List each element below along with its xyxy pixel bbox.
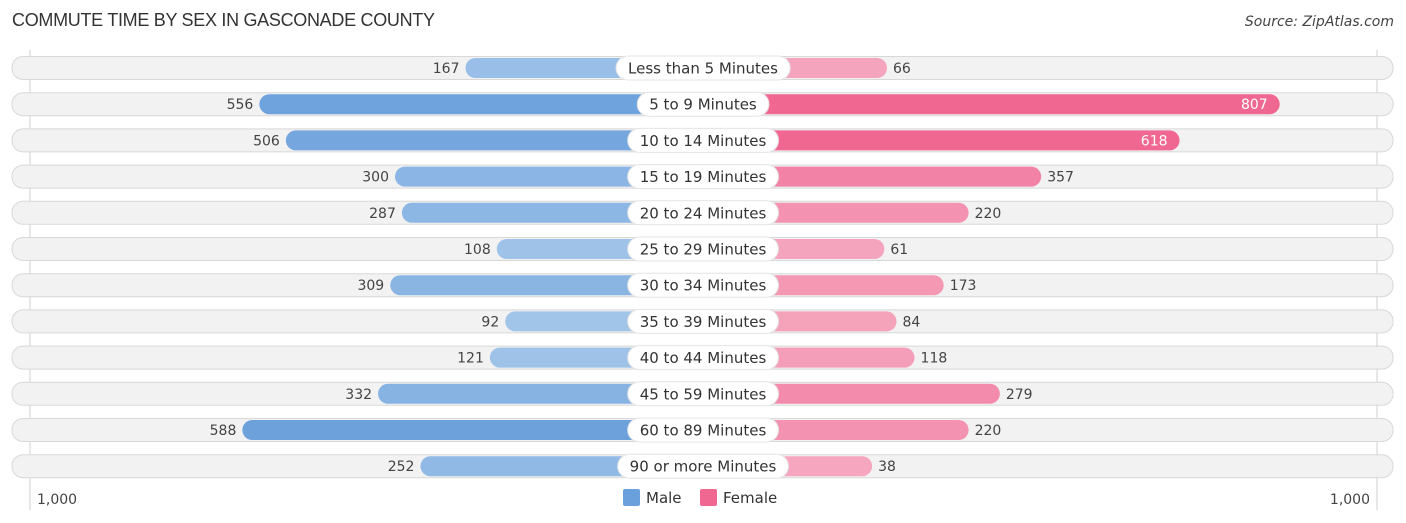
axis-label-right: 1,000 <box>1330 492 1370 508</box>
value-label-female: 807 <box>1241 97 1268 113</box>
value-label-female: 61 <box>890 242 908 258</box>
value-label-male: 588 <box>210 423 237 439</box>
bar-female[interactable] <box>703 94 1280 115</box>
category-label: 45 to 59 Minutes <box>640 385 767 403</box>
value-label-male: 309 <box>357 278 384 294</box>
category-label: 15 to 19 Minutes <box>640 168 767 186</box>
value-label-male: 121 <box>457 351 484 367</box>
chart-row: 300 357 15 to 19 Minutes <box>11 164 1394 190</box>
value-label-female: 38 <box>878 459 896 475</box>
category-label: 35 to 39 Minutes <box>640 313 767 331</box>
chart-row: 252 38 90 or more Minutes <box>11 453 1394 479</box>
value-label-male: 332 <box>345 387 372 403</box>
value-label-male: 167 <box>433 61 460 77</box>
category-label: 10 to 14 Minutes <box>640 132 767 150</box>
legend-item-female[interactable]: Female <box>700 489 777 507</box>
category-label: 5 to 9 Minutes <box>649 96 757 114</box>
chart-row: 121 118 40 to 44 Minutes <box>11 345 1394 371</box>
chart-row: 332 279 45 to 59 Minutes <box>11 381 1394 407</box>
chart-row: 287 220 20 to 24 Minutes <box>11 200 1394 226</box>
category-label: 60 to 89 Minutes <box>640 422 767 440</box>
value-label-male: 556 <box>227 97 254 113</box>
bar-male[interactable] <box>259 94 703 115</box>
chart-row: 108 61 25 to 29 Minutes <box>11 236 1394 262</box>
value-label-male: 92 <box>481 314 499 330</box>
value-label-female: 220 <box>975 423 1002 439</box>
chart-row: 506 618 10 to 14 Minutes <box>11 127 1394 153</box>
legend-item-male[interactable]: Male <box>623 489 682 507</box>
rows-layer: 167 66 Less than 5 Minutes 556 807 5 to 9 Min… <box>11 50 1394 510</box>
axis-label-left: 1,000 <box>37 492 77 508</box>
legend-swatch-male <box>623 489 640 506</box>
legend-label-male: Male <box>646 489 682 507</box>
chart-row: 167 66 Less than 5 Minutes <box>11 55 1394 81</box>
value-label-male: 506 <box>253 133 280 149</box>
category-label: 30 to 34 Minutes <box>640 277 767 295</box>
category-label: 90 or more Minutes <box>630 458 777 476</box>
chart: 167 66 Less than 5 Minutes 556 807 5 to 9 Min… <box>11 50 1394 510</box>
value-label-male: 108 <box>464 242 491 258</box>
chart-row: 588 220 60 to 89 Minutes <box>11 417 1394 443</box>
category-label: 25 to 29 Minutes <box>640 241 767 259</box>
value-label-female: 618 <box>1141 133 1168 149</box>
value-label-male: 252 <box>388 459 415 475</box>
value-label-male: 287 <box>369 206 396 222</box>
value-label-male: 300 <box>362 170 389 186</box>
value-label-female: 173 <box>950 278 977 294</box>
legend-swatch-female <box>700 489 717 506</box>
legend: Male Female <box>623 489 777 507</box>
category-label: 20 to 24 Minutes <box>640 204 767 222</box>
value-label-female: 84 <box>903 314 921 330</box>
chart-row: 556 807 5 to 9 Minutes <box>11 91 1394 117</box>
legend-label-female: Female <box>723 489 777 507</box>
chart-row: 92 84 35 to 39 Minutes <box>11 308 1394 334</box>
value-label-female: 279 <box>1006 387 1033 403</box>
category-label: Less than 5 Minutes <box>628 60 778 78</box>
value-label-female: 118 <box>921 351 948 367</box>
value-label-female: 357 <box>1047 170 1074 186</box>
chart-row: 309 173 30 to 34 Minutes <box>11 272 1394 298</box>
value-label-female: 220 <box>975 206 1002 222</box>
value-label-female: 66 <box>893 61 911 77</box>
category-label: 40 to 44 Minutes <box>640 349 767 367</box>
